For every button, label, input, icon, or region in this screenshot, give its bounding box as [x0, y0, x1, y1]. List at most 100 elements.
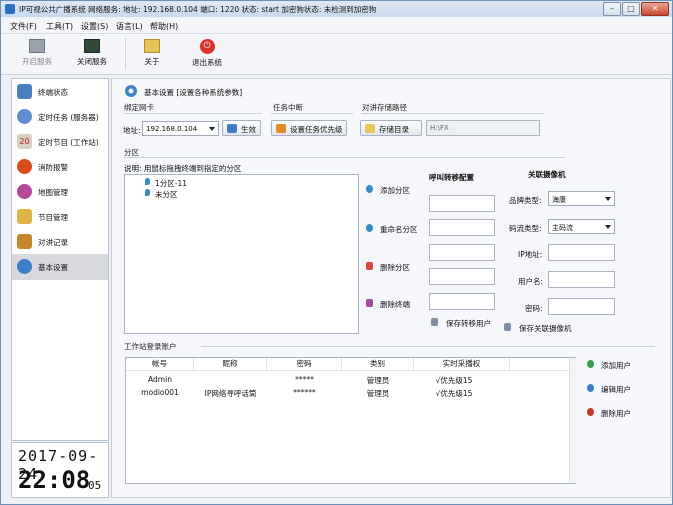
sidebar-item-intercom-records[interactable]: 对讲记录: [12, 229, 108, 255]
add-user-icon: [587, 360, 594, 368]
location-pin-icon: [366, 224, 373, 232]
menu-tools[interactable]: 工具(T): [46, 21, 73, 32]
priority-icon: [276, 124, 286, 133]
cell-nickname: IP网络寻呼话筒: [204, 389, 257, 398]
sidebar-item-label: 节目管理: [38, 213, 68, 222]
menu-settings[interactable]: 设置(S): [81, 21, 108, 32]
save-camera-button[interactable]: 保存关联摄像机: [504, 323, 572, 334]
sidebar-item-label: 地图管理: [38, 188, 68, 197]
col-header-category[interactable]: 类别: [342, 358, 414, 370]
tree-node-unassigned[interactable]: 未分区: [155, 189, 178, 200]
monitor-icon: [29, 39, 45, 53]
chevron-down-icon: [605, 225, 611, 229]
delete-terminal-button[interactable]: 删除终端: [366, 299, 410, 310]
page-title: 基本设置 [设置各种系统参数]: [144, 88, 243, 97]
edit-user-icon: [587, 384, 594, 392]
menu-bar: 文件(F) 工具(T) 设置(S) 语言(L) 帮助(H): [1, 18, 672, 34]
col-header-password[interactable]: 密码: [267, 358, 342, 370]
col-header-realtime[interactable]: 实时采播权: [414, 358, 510, 370]
username-label: 用户名:: [518, 277, 544, 286]
task-priority-button[interactable]: 设置任务优先级: [271, 120, 347, 136]
intercom-path-group-label: 对讲存储路径: [362, 103, 407, 112]
address-label: 地址:: [123, 126, 141, 135]
rename-zone-button[interactable]: 重命名分区: [366, 224, 418, 235]
col-header-nickname[interactable]: 昵称: [194, 358, 267, 370]
delete-zone-button[interactable]: 删除分区: [366, 262, 410, 273]
task-interrupt-group-label: 任务中断: [273, 103, 303, 112]
menu-file[interactable]: 文件(F): [10, 21, 37, 32]
ip-label: IP地址:: [518, 250, 543, 259]
about-button[interactable]: 关于: [130, 36, 174, 72]
sidebar-item-fire-alarm[interactable]: 消防报警: [12, 154, 108, 180]
fire-icon: [17, 159, 32, 174]
brand-select[interactable]: 海康: [548, 191, 615, 206]
table-scrollbar[interactable]: [569, 358, 576, 483]
accounts-group-label: 工作站登录账户: [124, 342, 177, 351]
maximize-button[interactable]: □: [622, 2, 640, 16]
add-zone-button[interactable]: 添加分区: [366, 185, 410, 196]
stream-label: 码流类型:: [509, 224, 542, 233]
tree-node-zone-1[interactable]: 1分区-11: [155, 178, 187, 189]
start-service-button[interactable]: 开启服务: [15, 36, 59, 72]
camera-ip-field[interactable]: [548, 244, 615, 261]
call-forward-field-3[interactable]: [429, 244, 495, 261]
address-value: 192.168.0.104: [146, 125, 198, 133]
close-button[interactable]: ✕: [641, 2, 669, 16]
toolbar-divider: [125, 38, 126, 70]
clock-time: 22:08: [18, 466, 91, 494]
apply-nic-label: 生效: [241, 125, 256, 134]
map-icon: [17, 184, 32, 199]
stream-value: 主码流: [552, 224, 573, 232]
chevron-down-icon: [209, 127, 215, 131]
menu-language[interactable]: 语言(L): [116, 21, 143, 32]
edit-icon: [17, 209, 32, 224]
header-divider: [126, 370, 569, 371]
sidebar-item-terminal-status[interactable]: 终端状态: [12, 79, 108, 105]
camera-username-field[interactable]: [548, 271, 615, 288]
group-divider: [201, 346, 655, 347]
group-divider: [124, 113, 262, 114]
storage-dir-button[interactable]: 存储目录: [360, 120, 422, 136]
app-icon: [5, 4, 15, 14]
camera-password-field[interactable]: [548, 298, 615, 315]
zone-tree[interactable]: 1分区-11 未分区: [124, 174, 359, 334]
address-select[interactable]: 192.168.0.104: [142, 121, 219, 136]
sidebar-item-map-management[interactable]: 地图管理: [12, 179, 108, 205]
storage-path-field[interactable]: H:\FX: [426, 120, 540, 136]
location-pin-icon: [145, 189, 150, 196]
stop-service-button[interactable]: 关闭服务: [70, 36, 114, 72]
brand-value: 海康: [552, 196, 566, 204]
col-header-account[interactable]: 帐号: [126, 358, 194, 370]
edit-user-button[interactable]: 编辑用户: [587, 384, 631, 395]
sidebar-item-timed-programs[interactable]: 20 定时节目 (工作站): [12, 129, 108, 155]
sidebar-item-basic-settings[interactable]: 基本设置: [12, 254, 108, 280]
minimize-button[interactable]: –: [603, 2, 621, 16]
clock-panel: 2017-09-24 22:08 05: [11, 442, 109, 498]
gear-icon: [17, 259, 32, 274]
delete-zone-label: 删除分区: [380, 263, 410, 272]
apply-nic-button[interactable]: 生效: [222, 120, 261, 136]
call-forward-field-4[interactable]: [429, 268, 495, 285]
delete-terminal-label: 删除终端: [380, 300, 410, 309]
stream-select[interactable]: 主码流: [548, 219, 615, 234]
call-forward-field-1[interactable]: [429, 195, 495, 212]
title-bar: IP可视公共广播系统 网络服务: 地址: 192.168.0.104 端口: 1…: [1, 1, 672, 17]
book-icon: [17, 234, 32, 249]
accounts-table[interactable]: 帐号 昵称 密码 类别 实时采播权 Admin ***** 管理员 √优先级15…: [125, 357, 576, 484]
cell-realtime: √优先级15: [435, 376, 473, 385]
add-user-button[interactable]: 添加用户: [587, 360, 631, 371]
call-forward-label: 呼叫转移配置: [429, 173, 474, 182]
sidebar-item-program-management[interactable]: 节目管理: [12, 204, 108, 230]
location-pin-icon: [366, 185, 373, 193]
save-forward-label: 保存转移用户: [446, 319, 491, 328]
terminal-icon: [17, 84, 32, 99]
exit-button[interactable]: ⏻ 退出系统: [185, 36, 229, 72]
delete-user-button[interactable]: 删除用户: [587, 408, 631, 419]
menu-help[interactable]: 帮助(H): [150, 21, 178, 32]
call-forward-field-2[interactable]: [429, 219, 495, 236]
save-forward-button[interactable]: 保存转移用户: [431, 318, 491, 329]
task-priority-label: 设置任务优先级: [290, 125, 343, 134]
brand-label: 品牌类型:: [509, 196, 542, 205]
sidebar-item-timed-tasks-server[interactable]: 定时任务 (服务器): [12, 104, 108, 130]
call-forward-field-5[interactable]: [429, 293, 495, 310]
